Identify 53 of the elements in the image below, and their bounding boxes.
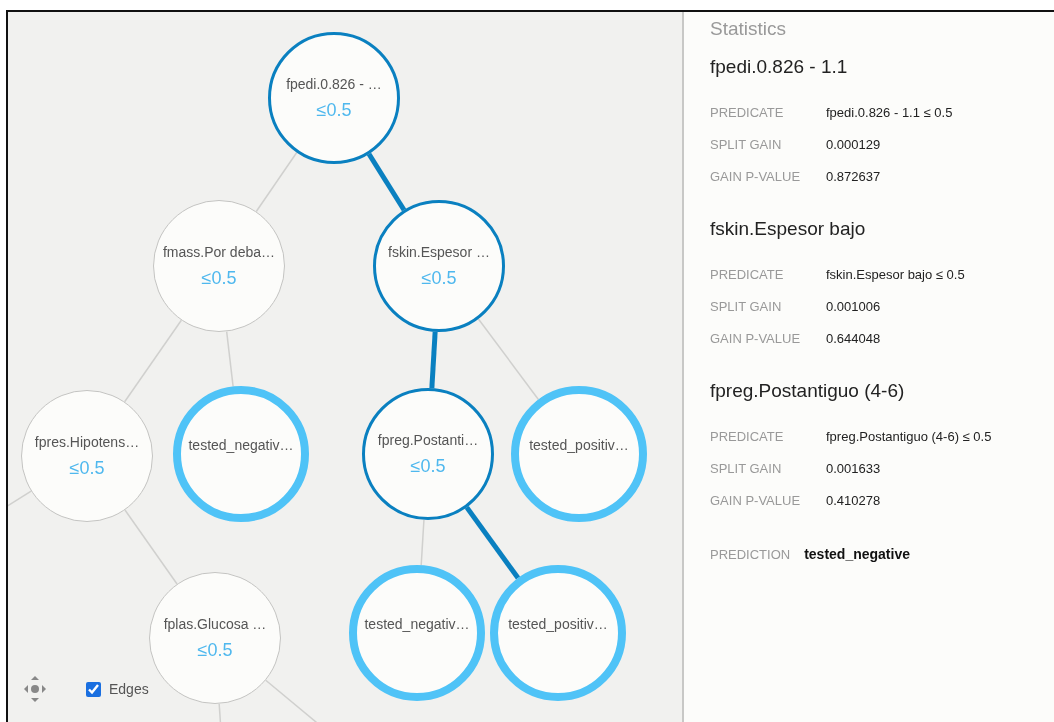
node-label: fmass.Por deba…	[162, 243, 276, 260]
node-label: fpres.Hipotens…	[34, 433, 140, 450]
threshold-label: ≤0.5	[316, 99, 352, 121]
split-node[interactable]: fpedi.0.826 - … ≤0.5	[268, 32, 400, 164]
node-label: tested_positiv…	[529, 437, 629, 453]
stat-label: PREDICATE	[710, 428, 785, 444]
stat-label: SPLIT GAIN	[710, 460, 783, 476]
node-label: tested_negativ…	[364, 616, 470, 632]
node-label: fpreg.Postanti…	[377, 431, 479, 448]
split-node[interactable]: fpreg.Postanti… ≤0.5	[362, 388, 494, 520]
stat-value: 0.644048	[826, 330, 881, 346]
stat-value: 0.410278	[826, 492, 881, 508]
stat-value: fpreg.Postantiguo (4-6) ≤ 0.5	[826, 428, 992, 444]
node-label: tested_negativ…	[188, 437, 294, 453]
leaf-node[interactable]: tested_positiv…	[490, 565, 626, 701]
stat-value: fskin.Espesor bajo ≤ 0.5	[826, 266, 965, 282]
edges-checkbox[interactable]	[86, 681, 101, 697]
stat-label: GAIN P-VALUE	[710, 492, 802, 508]
stat-value: 0.001633	[826, 460, 881, 476]
pan-icon[interactable]	[24, 676, 46, 702]
threshold-label: ≤0.5	[69, 457, 105, 479]
leaf-node[interactable]: tested_positiv…	[511, 386, 647, 522]
threshold-label: ≤0.5	[421, 267, 457, 289]
stat-value: 0.000129	[826, 136, 881, 152]
split-node[interactable]: fskin.Espesor … ≤0.5	[373, 200, 505, 332]
split-node[interactable]: fpres.Hipotens… ≤0.5	[21, 390, 153, 522]
node-label: fskin.Espesor …	[388, 243, 490, 260]
prediction-value: tested_negative	[804, 546, 910, 562]
stat-label: SPLIT GAIN	[710, 298, 783, 314]
prediction-label: PREDICTION	[710, 546, 791, 562]
checkbox-label: Edges	[109, 681, 149, 697]
stat-value: 0.001006	[826, 298, 881, 314]
stat-label: GAIN P-VALUE	[710, 168, 802, 184]
node-label: fplas.Glucosa …	[163, 615, 267, 632]
threshold-label: ≤0.5	[201, 267, 237, 289]
stat-label: PREDICATE	[710, 104, 785, 120]
stat-value: fpedi.0.826 - 1.1 ≤ 0.5	[826, 104, 953, 120]
node-label: fpedi.0.826 - …	[286, 75, 382, 92]
stat-label: SPLIT GAIN	[710, 136, 783, 152]
split-node[interactable]: fplas.Glucosa … ≤0.5	[149, 572, 281, 704]
leaf-node[interactable]: tested_negativ…	[349, 565, 485, 701]
section-title: fskin.Espesor bajo	[710, 218, 867, 240]
section-title: fpreg.Postantiguo (4-6)	[710, 380, 906, 402]
panel-title: Statistics	[710, 18, 787, 40]
leaf-node[interactable]: tested_negativ…	[173, 386, 309, 522]
stat-label: GAIN P-VALUE	[710, 330, 802, 346]
threshold-label: ≤0.5	[410, 455, 446, 477]
stat-label: PREDICATE	[710, 266, 785, 282]
node-label: tested_positiv…	[508, 616, 608, 632]
stat-value: 0.872637	[826, 168, 881, 184]
section-title: fpedi.0.826 - 1.1	[710, 56, 849, 78]
split-node[interactable]: fmass.Por deba… ≤0.5	[153, 200, 285, 332]
threshold-label: ≤0.5	[197, 639, 233, 661]
